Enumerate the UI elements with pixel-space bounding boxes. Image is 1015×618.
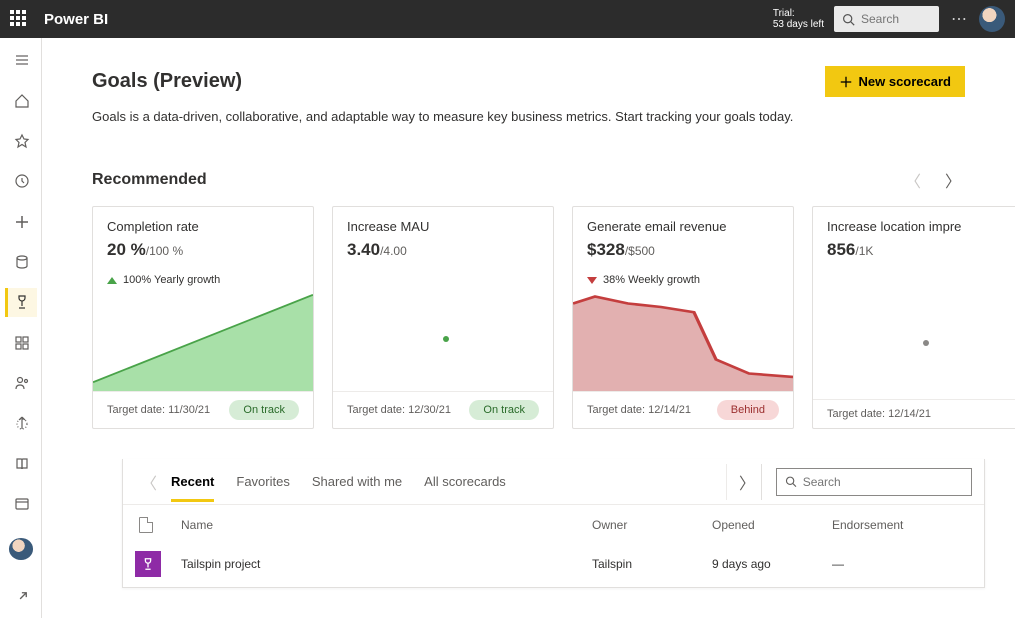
col-opened[interactable]: Opened xyxy=(712,518,832,532)
growth-indicator: 38% Weekly growth xyxy=(573,268,793,286)
nav-workspaces[interactable] xyxy=(5,490,37,518)
table-body: Tailspin project Tailspin 9 days ago — xyxy=(123,541,984,587)
nav-create[interactable] xyxy=(5,207,37,235)
sparkline-area xyxy=(813,268,1015,399)
table-row[interactable]: Tailspin project Tailspin 9 days ago — xyxy=(123,541,984,587)
sparkline xyxy=(573,286,793,391)
card-value: $328/$500 xyxy=(587,240,779,260)
nav-recent[interactable] xyxy=(5,167,37,195)
sparkline xyxy=(93,286,313,391)
left-nav xyxy=(0,38,42,618)
recommended-cards: Completion rate 20 %/100 % 100% Yearly g… xyxy=(92,206,1015,429)
sparkline-area xyxy=(93,286,313,391)
data-point-icon xyxy=(923,340,929,346)
tabs: Recent Favorites Shared with me All scoreca… xyxy=(171,462,506,502)
card-value: 3.40/4.00 xyxy=(347,240,539,260)
main-content: Goals (Preview) New scorecard Goals is a… xyxy=(42,38,1015,618)
nav-learn[interactable] xyxy=(5,450,37,478)
col-owner[interactable]: Owner xyxy=(592,518,712,532)
more-options-icon[interactable]: ⋯ xyxy=(951,9,967,29)
card-value: 856/1K xyxy=(827,240,1015,260)
cell-endorsement: — xyxy=(832,557,972,571)
nav-menu-toggle[interactable] xyxy=(5,46,37,74)
goal-card[interactable]: Increase MAU 3.40/4.00 Target date: 12/3… xyxy=(332,206,554,429)
nav-home[interactable] xyxy=(5,86,37,114)
status-badge: On track xyxy=(229,400,299,420)
target-date: Target date: 11/30/21 xyxy=(107,404,210,416)
carousel-next-icon[interactable]: 〉 xyxy=(941,164,965,196)
card-title: Increase MAU xyxy=(347,219,539,234)
tab-recent[interactable]: Recent xyxy=(171,462,214,502)
scorecards-section: 〈 Recent Favorites Shared with me All score… xyxy=(122,459,985,588)
tabs-scroll-right-icon[interactable]: 〉 xyxy=(726,464,762,500)
card-title: Generate email revenue xyxy=(587,219,779,234)
col-name[interactable]: Name xyxy=(181,518,592,532)
new-scorecard-button[interactable]: New scorecard xyxy=(825,66,966,97)
sparkline-area xyxy=(333,268,553,391)
card-title: Completion rate xyxy=(107,219,299,234)
table-header: Name Owner Opened Endorsement xyxy=(123,505,984,541)
cell-name: Tailspin project xyxy=(181,557,592,571)
tab-favorites[interactable]: Favorites xyxy=(236,462,289,502)
scorecards-search-input[interactable] xyxy=(803,475,963,489)
target-date: Target date: 12/30/21 xyxy=(347,404,451,416)
data-point-icon xyxy=(443,336,449,342)
app-title: Power BI xyxy=(44,11,108,28)
scorecard-file-icon xyxy=(135,551,161,577)
file-type-column-icon xyxy=(139,517,153,533)
target-date: Target date: 12/14/21 xyxy=(587,404,691,416)
global-search-input[interactable] xyxy=(861,12,921,26)
search-icon xyxy=(785,475,797,488)
top-app-bar: Power BI Trial: 53 days left ⋯ xyxy=(0,0,1015,38)
app-launcher-icon[interactable] xyxy=(10,10,28,28)
nav-expand-icon[interactable] xyxy=(5,584,37,612)
card-value: 20 %/100 % xyxy=(107,240,299,260)
tab-all-scorecards[interactable]: All scorecards xyxy=(424,462,506,502)
nav-datasets[interactable] xyxy=(5,248,37,276)
nav-favorites[interactable] xyxy=(5,127,37,155)
carousel-prev-icon: 〈 xyxy=(901,164,925,196)
page-subtitle: Goals is a data-driven, collaborative, a… xyxy=(92,109,1015,124)
nav-my-workspace-avatar[interactable] xyxy=(9,538,33,559)
user-avatar[interactable] xyxy=(979,6,1005,32)
global-search[interactable] xyxy=(834,6,939,32)
plus-icon xyxy=(839,75,853,89)
col-endorsement[interactable]: Endorsement xyxy=(832,518,972,532)
card-title: Increase location impre xyxy=(827,219,1015,234)
growth-indicator: 100% Yearly growth xyxy=(93,268,313,286)
search-icon xyxy=(842,13,855,26)
trend-up-icon xyxy=(107,277,117,284)
goal-card[interactable]: Increase location impre 856/1K Target da… xyxy=(812,206,1015,429)
goal-card[interactable]: Completion rate 20 %/100 % 100% Yearly g… xyxy=(92,206,314,429)
nav-shared[interactable] xyxy=(5,369,37,397)
page-title: Goals (Preview) xyxy=(92,70,242,93)
target-date: Target date: 12/14/21 xyxy=(827,408,931,420)
cell-owner: Tailspin xyxy=(592,557,712,571)
status-badge: Behind xyxy=(717,400,779,420)
nav-goals[interactable] xyxy=(5,288,37,316)
nav-apps[interactable] xyxy=(5,329,37,357)
goal-card[interactable]: Generate email revenue $328/$500 38% Wee… xyxy=(572,206,794,429)
nav-deploy[interactable] xyxy=(5,409,37,437)
tab-shared-with-me[interactable]: Shared with me xyxy=(312,462,402,502)
sparkline-area xyxy=(573,286,793,391)
trial-status: Trial: 53 days left xyxy=(773,8,824,30)
trend-down-icon xyxy=(587,277,597,284)
cell-opened: 9 days ago xyxy=(712,557,832,571)
status-badge: On track xyxy=(469,400,539,420)
scorecards-search[interactable] xyxy=(776,468,972,496)
recommended-heading: Recommended xyxy=(92,171,207,189)
tabs-scroll-left-icon: 〈 xyxy=(135,464,163,500)
